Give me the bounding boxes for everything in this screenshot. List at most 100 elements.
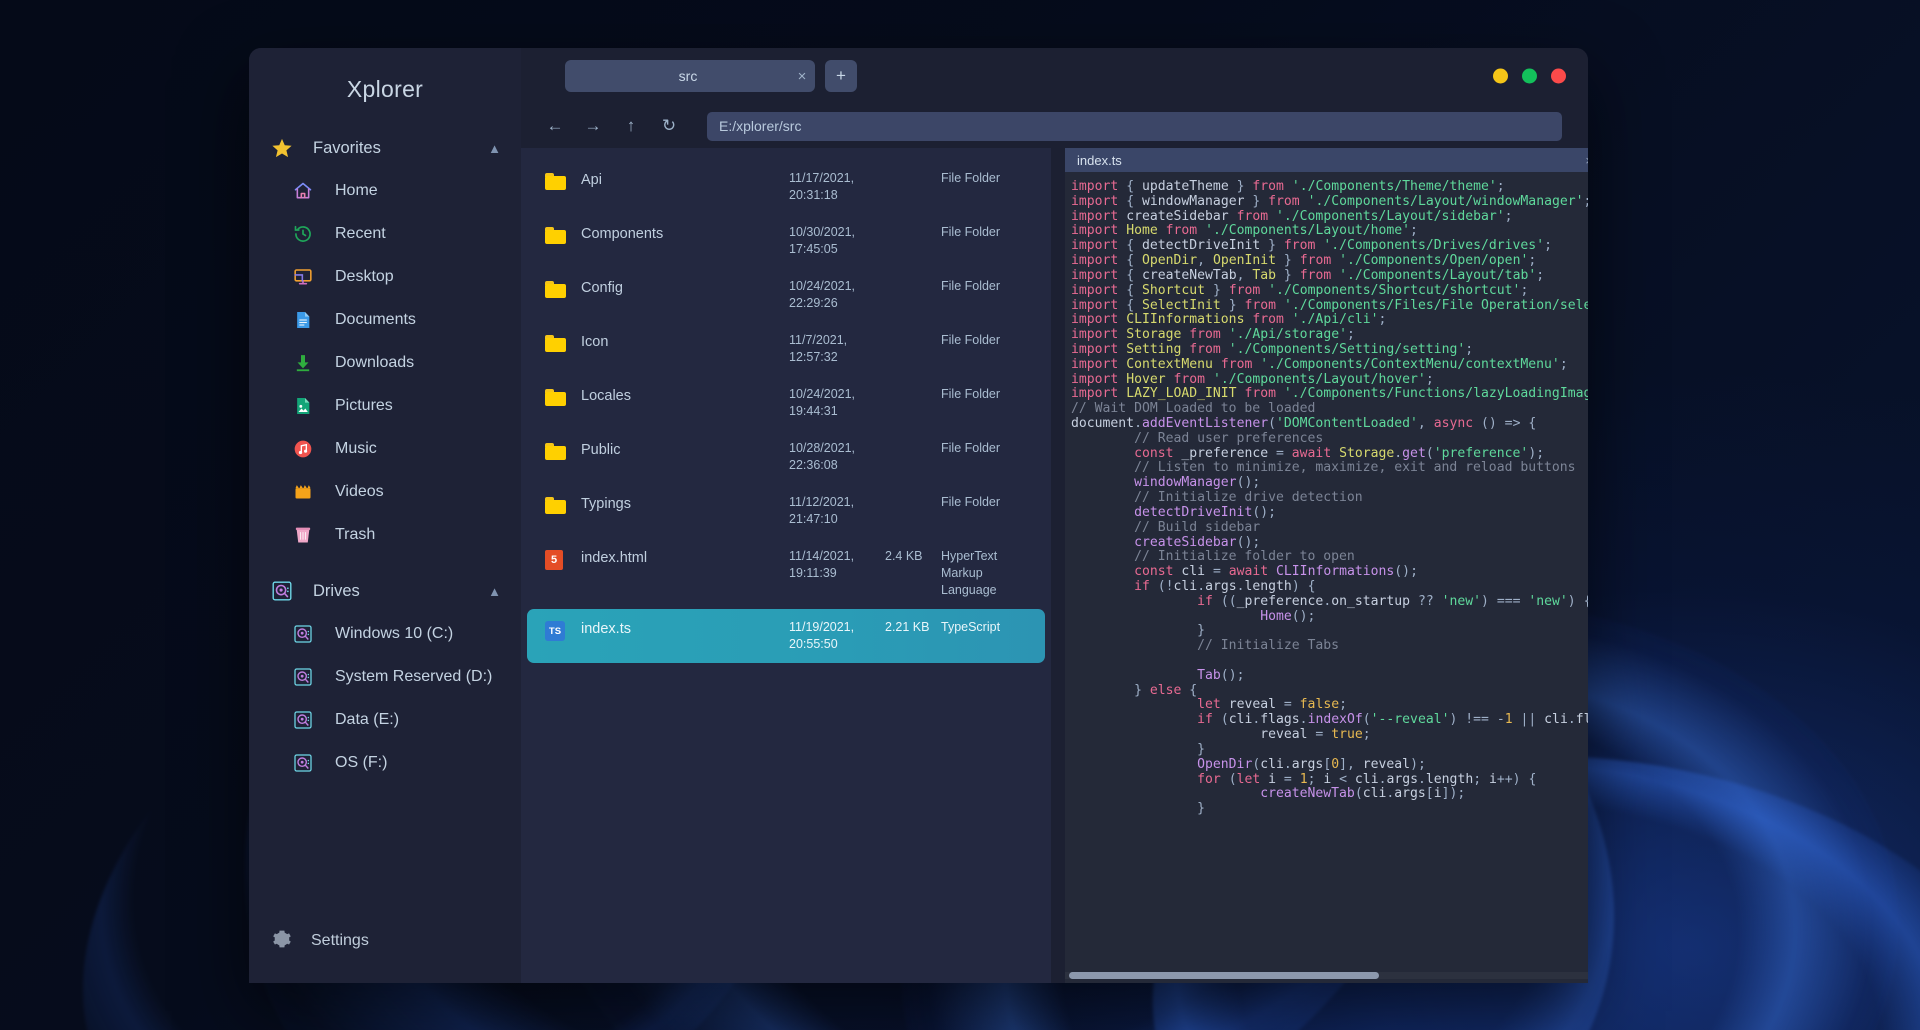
file-name: Api bbox=[581, 172, 602, 188]
sidebar-item-settings[interactable]: Settings bbox=[249, 921, 369, 961]
sidebar-section-label: Favorites bbox=[313, 138, 381, 157]
sidebar-item-recent[interactable]: Recent bbox=[249, 212, 521, 255]
file-preview-panel: index.ts × import { updateTheme } from '… bbox=[1065, 148, 1588, 983]
scrollbar-thumb[interactable] bbox=[1069, 972, 1379, 979]
window-controls bbox=[1493, 68, 1566, 84]
folder-icon bbox=[545, 224, 575, 244]
minimize-button[interactable] bbox=[1493, 68, 1508, 84]
sidebar-item-label: Downloads bbox=[335, 353, 415, 371]
file-type: File Folder bbox=[941, 279, 1001, 293]
address-bar: ← → ↑ ↻ bbox=[521, 104, 1588, 148]
sidebar-section-drives[interactable]: Drives ▲ bbox=[249, 570, 521, 612]
file-name: index.ts bbox=[581, 621, 631, 637]
horizontal-scrollbar[interactable] bbox=[1065, 972, 1588, 979]
file-date: 10/24/2021, 19:44:31 bbox=[789, 387, 856, 418]
reload-button[interactable]: ↻ bbox=[653, 111, 685, 141]
sidebar-item-music[interactable]: Music bbox=[249, 427, 521, 470]
maximize-button[interactable] bbox=[1522, 68, 1537, 84]
tab-label: src bbox=[678, 68, 698, 84]
sidebar-item-label: Music bbox=[335, 439, 377, 457]
close-icon[interactable]: × bbox=[789, 69, 815, 84]
sidebar-item-drive-e[interactable]: Data (E:) bbox=[249, 698, 521, 741]
star-icon bbox=[271, 137, 301, 159]
preview-tab-label: index.ts bbox=[1077, 152, 1122, 168]
drive-icon bbox=[293, 667, 319, 687]
picture-icon bbox=[293, 396, 319, 416]
app-title: Xplorer bbox=[346, 76, 424, 102]
file-name: Components bbox=[581, 226, 664, 242]
file-date: 10/30/2021, 17:45:05 bbox=[789, 225, 856, 256]
path-input[interactable] bbox=[707, 111, 1562, 141]
sidebar-section-label: Drives bbox=[313, 581, 360, 600]
table-row[interactable]: Api 11/17/2021, 20:31:18 File Folder bbox=[527, 160, 1045, 214]
typescript-icon: TS bbox=[545, 619, 575, 641]
sidebar-item-pictures[interactable]: Pictures bbox=[249, 384, 521, 427]
sidebar-item-label: Home bbox=[335, 181, 378, 199]
file-type: File Folder bbox=[941, 387, 1001, 401]
sidebar-item-drive-c[interactable]: Windows 10 (C:) bbox=[249, 612, 521, 655]
sidebar-item-label: Windows 10 (C:) bbox=[335, 624, 454, 642]
table-row[interactable]: Config 10/24/2021, 22:29:26 File Folder bbox=[527, 268, 1045, 322]
chevron-up-icon[interactable]: ▲ bbox=[488, 585, 501, 598]
sidebar-item-videos[interactable]: Videos bbox=[249, 470, 521, 513]
back-button[interactable]: ← bbox=[539, 111, 571, 141]
tab-group: src × + bbox=[565, 60, 857, 92]
table-row-selected[interactable]: TS index.ts 11/19/2021, 20:55:50 2.21 KB… bbox=[527, 609, 1045, 663]
sidebar-item-home[interactable]: Home bbox=[249, 169, 521, 212]
table-row[interactable]: Locales 10/24/2021, 19:44:31 File Folder bbox=[527, 376, 1045, 430]
table-row[interactable]: Components 10/30/2021, 17:45:05 File Fol… bbox=[527, 214, 1045, 268]
main-pane: src × + ← → ↑ ↻ Api bbox=[521, 48, 1588, 983]
file-date: 11/7/2021, 12:57:32 bbox=[789, 333, 848, 364]
folder-icon bbox=[545, 494, 575, 514]
file-name: Config bbox=[581, 280, 623, 296]
sidebar-item-drive-d[interactable]: System Reserved (D:) bbox=[249, 655, 521, 698]
drive-icon bbox=[293, 753, 319, 773]
file-type: File Folder bbox=[941, 441, 1001, 455]
tab-src[interactable]: src × bbox=[565, 60, 815, 92]
new-tab-button[interactable]: + bbox=[825, 60, 857, 92]
table-row[interactable]: Typings 11/12/2021, 21:47:10 File Folder bbox=[527, 484, 1045, 538]
sidebar-item-label: Settings bbox=[311, 932, 369, 949]
music-icon bbox=[293, 439, 319, 459]
sidebar-item-label: Recent bbox=[335, 224, 386, 242]
up-button[interactable]: ↑ bbox=[615, 111, 647, 141]
sidebar-item-label: Trash bbox=[335, 525, 376, 543]
sidebar-item-label: Videos bbox=[335, 482, 384, 500]
file-size: 2.21 KB bbox=[885, 620, 930, 634]
sidebar-item-documents[interactable]: Documents bbox=[249, 298, 521, 341]
sidebar: Xplorer Favorites ▲ Home Recent Desktop … bbox=[249, 48, 521, 983]
file-date: 11/12/2021, 21:47:10 bbox=[789, 495, 855, 526]
folder-icon bbox=[545, 332, 575, 352]
sidebar-item-drive-f[interactable]: OS (F:) bbox=[249, 741, 521, 784]
xplorer-window: Xplorer Favorites ▲ Home Recent Desktop … bbox=[249, 48, 1588, 983]
file-type: File Folder bbox=[941, 333, 1001, 347]
forward-button[interactable]: → bbox=[577, 111, 609, 141]
sidebar-item-label: Desktop bbox=[335, 267, 394, 285]
gear-icon bbox=[271, 928, 293, 955]
code-viewer[interactable]: import { updateTheme } from './Component… bbox=[1065, 172, 1588, 983]
sidebar-item-downloads[interactable]: Downloads bbox=[249, 341, 521, 384]
chevron-up-icon[interactable]: ▲ bbox=[488, 142, 501, 155]
table-row[interactable]: Public 10/28/2021, 22:36:08 File Folder bbox=[527, 430, 1045, 484]
trash-icon bbox=[293, 525, 319, 545]
folder-icon bbox=[545, 170, 575, 190]
table-row[interactable]: 5 index.html 11/14/2021, 19:11:39 2.4 KB… bbox=[527, 538, 1045, 609]
file-date: 10/28/2021, 22:36:08 bbox=[789, 441, 856, 472]
sidebar-item-trash[interactable]: Trash bbox=[249, 513, 521, 556]
home-icon bbox=[293, 181, 319, 201]
sidebar-item-label: Pictures bbox=[335, 396, 393, 414]
content-area: Api 11/17/2021, 20:31:18 File Folder Com… bbox=[521, 148, 1588, 983]
close-icon[interactable]: × bbox=[1581, 153, 1588, 168]
video-icon bbox=[293, 482, 319, 502]
sidebar-item-label: OS (F:) bbox=[335, 753, 388, 771]
sidebar-section-favorites[interactable]: Favorites ▲ bbox=[249, 127, 521, 169]
drive-icon bbox=[293, 624, 319, 644]
preview-tab[interactable]: index.ts × bbox=[1065, 148, 1588, 172]
sidebar-item-desktop[interactable]: Desktop bbox=[249, 255, 521, 298]
recent-icon bbox=[293, 224, 319, 244]
file-type: HyperText Markup Language bbox=[941, 549, 998, 597]
table-row[interactable]: Icon 11/7/2021, 12:57:32 File Folder bbox=[527, 322, 1045, 376]
close-button[interactable] bbox=[1551, 68, 1566, 84]
drive-icon bbox=[293, 710, 319, 730]
html5-icon: 5 bbox=[545, 548, 575, 570]
